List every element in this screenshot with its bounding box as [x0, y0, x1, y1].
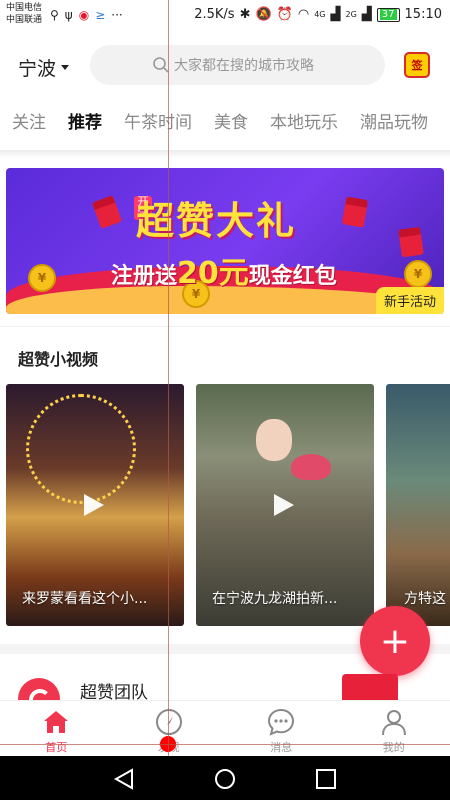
- video-card[interactable]: 在宁波九龙湖拍新...: [196, 384, 374, 626]
- weibo-icon: ◉: [78, 8, 90, 22]
- video-caption: 来罗蒙看看这个小...: [22, 591, 148, 607]
- banner-amount: 20元: [177, 256, 249, 291]
- play-icon: [274, 494, 294, 516]
- back-icon[interactable]: [112, 768, 136, 790]
- carrier-info: 中国电信 中国联通: [6, 2, 42, 26]
- tab-food[interactable]: 美食: [202, 108, 258, 148]
- banner-cash: 现金红包: [248, 264, 337, 289]
- pointer-location-horizontal-line: [0, 744, 450, 745]
- signal-1-icon: ▟: [330, 7, 341, 22]
- signal-2-icon: ▟: [361, 7, 372, 22]
- tabs-divider: [0, 150, 450, 158]
- usb-debug-icon: ψ: [64, 8, 73, 22]
- banner-tag: 新手活动: [375, 287, 444, 314]
- banner-title: 超赞大礼: [136, 199, 297, 243]
- usb-icon: ⚲: [50, 8, 59, 22]
- home-icon: [44, 711, 69, 733]
- video-section-title: 超赞小视频: [18, 350, 99, 369]
- message-icon: [268, 708, 295, 736]
- coin-icon: ¥: [404, 260, 432, 288]
- section-divider: [0, 326, 450, 327]
- chevron-down-icon: [61, 65, 70, 70]
- app-screen: 中国电信 中国联通 ⚲ ψ ◉ ≥ ··· 2.5K/s ✱ 🔕 ⏰ ◠ 4G …: [0, 0, 450, 800]
- tab-afternoon-tea[interactable]: 午茶时间: [112, 108, 202, 148]
- nav-home-label: 首页: [45, 741, 68, 754]
- tab-trendy-goods[interactable]: 潮品玩物: [348, 108, 438, 148]
- profile-icon: [381, 710, 406, 736]
- signal-1-label: 4G: [314, 10, 326, 19]
- nav-profile[interactable]: 我的: [338, 701, 450, 756]
- alarm-icon: ⏰: [276, 7, 293, 22]
- red-envelope-icon: [398, 226, 424, 258]
- carrier-2: 中国联通: [6, 15, 43, 25]
- daily-sign-in-icon[interactable]: 签: [404, 52, 430, 78]
- signal-2-label: 2G: [345, 10, 357, 19]
- top-header: 宁波 大家都在搜的城市攻略 签: [0, 38, 450, 94]
- search-bar[interactable]: 大家都在搜的城市攻略: [90, 45, 385, 85]
- search-placeholder: 大家都在搜的城市攻略: [174, 58, 314, 74]
- tab-recommend[interactable]: 推荐: [56, 108, 112, 148]
- video-caption: 在宁波九龙湖拍新...: [212, 591, 338, 607]
- mute-icon: 🔕: [255, 7, 272, 22]
- home-circle-icon[interactable]: [213, 768, 237, 790]
- notification-icons: ⚲ ψ ◉ ≥ ···: [50, 8, 123, 22]
- video-card[interactable]: 来罗蒙看看这个小...: [6, 384, 184, 626]
- plus-icon: +: [379, 620, 411, 662]
- wifi-icon: ◠: [297, 7, 310, 22]
- tab-follow[interactable]: 关注: [0, 108, 56, 148]
- city-selector[interactable]: 宁波: [18, 54, 70, 81]
- status-right: 2.5K/s ✱ 🔕 ⏰ ◠ 4G ▟ 2G ▟ 37 15:10: [194, 7, 442, 22]
- coin-icon: ¥: [28, 264, 56, 292]
- bluetooth-icon: ✱: [239, 7, 251, 22]
- video-thumbnail-person: [256, 419, 292, 461]
- status-bar: 中国电信 中国联通 ⚲ ψ ◉ ≥ ··· 2.5K/s ✱ 🔕 ⏰ ◠ 4G …: [0, 0, 450, 32]
- system-navigation-bar: [0, 756, 450, 800]
- app-notify-icon: ≥: [95, 8, 106, 22]
- nav-profile-label: 我的: [382, 741, 405, 754]
- video-thumbnail-ferris-wheel: [26, 394, 136, 504]
- video-carousel[interactable]: 来罗蒙看看这个小... 在宁波九龙湖拍新... 方特这: [6, 384, 450, 626]
- net-speed: 2.5K/s: [194, 7, 235, 22]
- battery-icon: 37: [376, 7, 400, 22]
- battery-level: 37: [379, 8, 397, 20]
- video-thumbnail-lotus: [291, 454, 331, 480]
- video-card[interactable]: 方特这: [386, 384, 450, 626]
- feed-item[interactable]: 超赞团队: [0, 664, 450, 720]
- city-name: 宁波: [18, 58, 57, 80]
- category-tabs: 关注 推荐 午茶时间 美食 本地玩乐 潮品玩物: [0, 108, 450, 148]
- recents-icon[interactable]: [314, 768, 338, 790]
- red-envelope-icon: [341, 196, 369, 228]
- video-caption: 方特这: [404, 591, 446, 607]
- nav-messages[interactable]: 消息: [225, 701, 338, 756]
- nav-messages-label: 消息: [270, 741, 293, 754]
- status-time: 15:10: [404, 7, 442, 22]
- bottom-navigation: 首页 发现 消息 我的: [0, 700, 450, 756]
- tab-local-fun[interactable]: 本地玩乐: [258, 108, 348, 148]
- nav-home[interactable]: 首页: [0, 701, 113, 756]
- pointer-location-vertical-line: [168, 0, 169, 756]
- more-notifications: ···: [111, 8, 123, 22]
- promo-banner[interactable]: ¥ ¥ ¥ ¥ 开学 超赞大礼 注册送20元现金红包 新手活动: [6, 168, 444, 314]
- carrier-1: 中国电信: [6, 3, 43, 13]
- red-envelope-icon: [91, 195, 123, 229]
- sign-in-label: 签: [411, 59, 423, 72]
- banner-subtitle: 注册送20元现金红包: [111, 248, 337, 292]
- play-icon: [84, 494, 104, 516]
